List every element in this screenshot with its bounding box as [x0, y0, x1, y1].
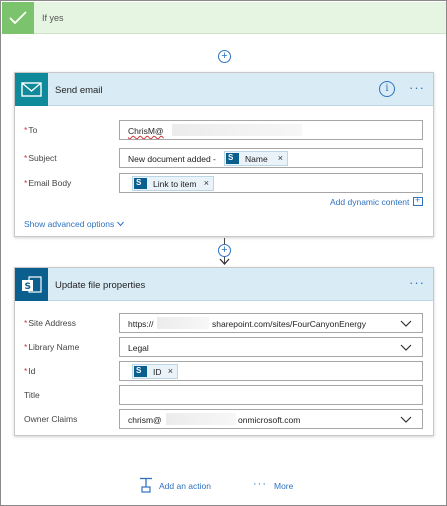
- owner-suffix: onmicrosoft.com: [238, 415, 301, 425]
- library-name-row: *Library Name Legal: [15, 337, 433, 357]
- id-row: *Id S ID ×: [15, 361, 433, 381]
- info-icon[interactable]: i: [379, 81, 395, 97]
- close-icon[interactable]: ×: [168, 366, 173, 376]
- to-row: *To ChrisM@: [15, 120, 433, 140]
- to-field[interactable]: ChrisM@: [119, 120, 423, 140]
- owner-claims-label: Owner Claims: [24, 414, 78, 424]
- if-yes-branch-header[interactable]: If yes: [2, 2, 446, 34]
- site-suffix: sharepoint.com/sites/FourCanyonEnergy: [212, 319, 367, 329]
- library-value: Legal: [128, 343, 149, 353]
- site-address-label: *Site Address: [24, 318, 77, 328]
- title-row: Title: [15, 385, 433, 405]
- subject-field[interactable]: New document added - S Name ×: [119, 148, 423, 168]
- sharepoint-icon: S: [226, 153, 239, 164]
- email-body-field[interactable]: S Link to item ×: [119, 173, 423, 193]
- library-name-label: *Library Name: [24, 342, 80, 352]
- library-name-dropdown[interactable]: Legal: [119, 337, 423, 357]
- email-body-label: *Email Body: [24, 178, 72, 188]
- more-button[interactable]: More: [274, 481, 293, 491]
- send-email-header[interactable]: Send email i ···: [15, 73, 433, 106]
- subject-prefix: New document added -: [128, 154, 216, 164]
- sharepoint-icon: S: [134, 366, 147, 377]
- check-icon: [2, 2, 34, 34]
- card-title: Update file properties: [55, 280, 146, 291]
- to-value: ChrisM@: [128, 126, 164, 136]
- chevron-down-icon[interactable]: [400, 413, 412, 425]
- token-label: Link to item: [153, 179, 197, 189]
- site-address-dropdown[interactable]: https:// sharepoint.com/sites/FourCanyon…: [119, 313, 423, 333]
- title-label: Title: [24, 390, 40, 400]
- to-label: *To: [24, 125, 38, 135]
- add-dynamic-content-link[interactable]: Add dynamic content: [330, 197, 409, 207]
- email-body-row: *Email Body S Link to item ×: [15, 173, 433, 193]
- sharepoint-icon: S: [15, 268, 48, 301]
- update-file-header[interactable]: S Update file properties ···: [15, 268, 433, 301]
- insert-step-plus-icon[interactable]: +: [218, 244, 231, 257]
- owner-claims-dropdown[interactable]: chrism@ onmicrosoft.com: [119, 409, 423, 429]
- name-token[interactable]: S Name ×: [224, 151, 288, 166]
- subject-label: *Subject: [24, 153, 57, 163]
- id-token[interactable]: S ID ×: [132, 364, 178, 379]
- show-advanced-options-link[interactable]: Show advanced options: [24, 219, 114, 229]
- insert-step-plus-icon[interactable]: +: [218, 50, 231, 63]
- add-an-action-button[interactable]: Add an action: [159, 481, 211, 491]
- site-prefix: https://: [128, 319, 154, 329]
- token-label: ID: [153, 367, 162, 377]
- sharepoint-icon: S: [134, 178, 147, 189]
- owner-claims-row: Owner Claims chrism@ onmicrosoft.com: [15, 409, 433, 429]
- redacted-site: [157, 317, 209, 329]
- more-dots-icon[interactable]: ···: [409, 275, 425, 290]
- chevron-down-icon[interactable]: [400, 317, 412, 329]
- flow-designer: If yes + Send email i ··· *To ChrisM@ *S…: [0, 0, 447, 506]
- close-icon[interactable]: ×: [204, 178, 209, 188]
- add-dynamic-content-icon[interactable]: +: [413, 195, 423, 206]
- token-label: Name: [245, 154, 268, 164]
- send-email-card: Send email i ··· *To ChrisM@ *Subject Ne…: [14, 72, 434, 237]
- svg-text:S: S: [25, 282, 31, 292]
- add-action-icon[interactable]: [139, 477, 153, 493]
- redacted-owner: [166, 413, 236, 425]
- title-field[interactable]: [119, 385, 423, 405]
- chevron-down-icon[interactable]: [400, 341, 412, 353]
- redacted-email: [172, 124, 302, 136]
- more-dots-icon[interactable]: ···: [253, 478, 267, 490]
- link-to-item-token[interactable]: S Link to item ×: [132, 176, 214, 191]
- id-label: *Id: [24, 366, 36, 376]
- arrow-down-icon: [219, 258, 230, 265]
- more-dots-icon[interactable]: ···: [409, 80, 425, 95]
- chevron-down-icon[interactable]: [117, 221, 124, 227]
- branch-label: If yes: [42, 13, 64, 23]
- card-title: Send email: [55, 85, 103, 96]
- close-icon[interactable]: ×: [278, 153, 283, 163]
- site-address-row: *Site Address https:// sharepoint.com/si…: [15, 313, 433, 333]
- subject-row: *Subject New document added - S Name ×: [15, 148, 433, 168]
- update-file-properties-card: S Update file properties ··· *Site Addre…: [14, 267, 434, 436]
- id-field[interactable]: S ID ×: [119, 361, 423, 381]
- email-icon: [15, 73, 48, 106]
- owner-prefix: chrism@: [128, 415, 162, 425]
